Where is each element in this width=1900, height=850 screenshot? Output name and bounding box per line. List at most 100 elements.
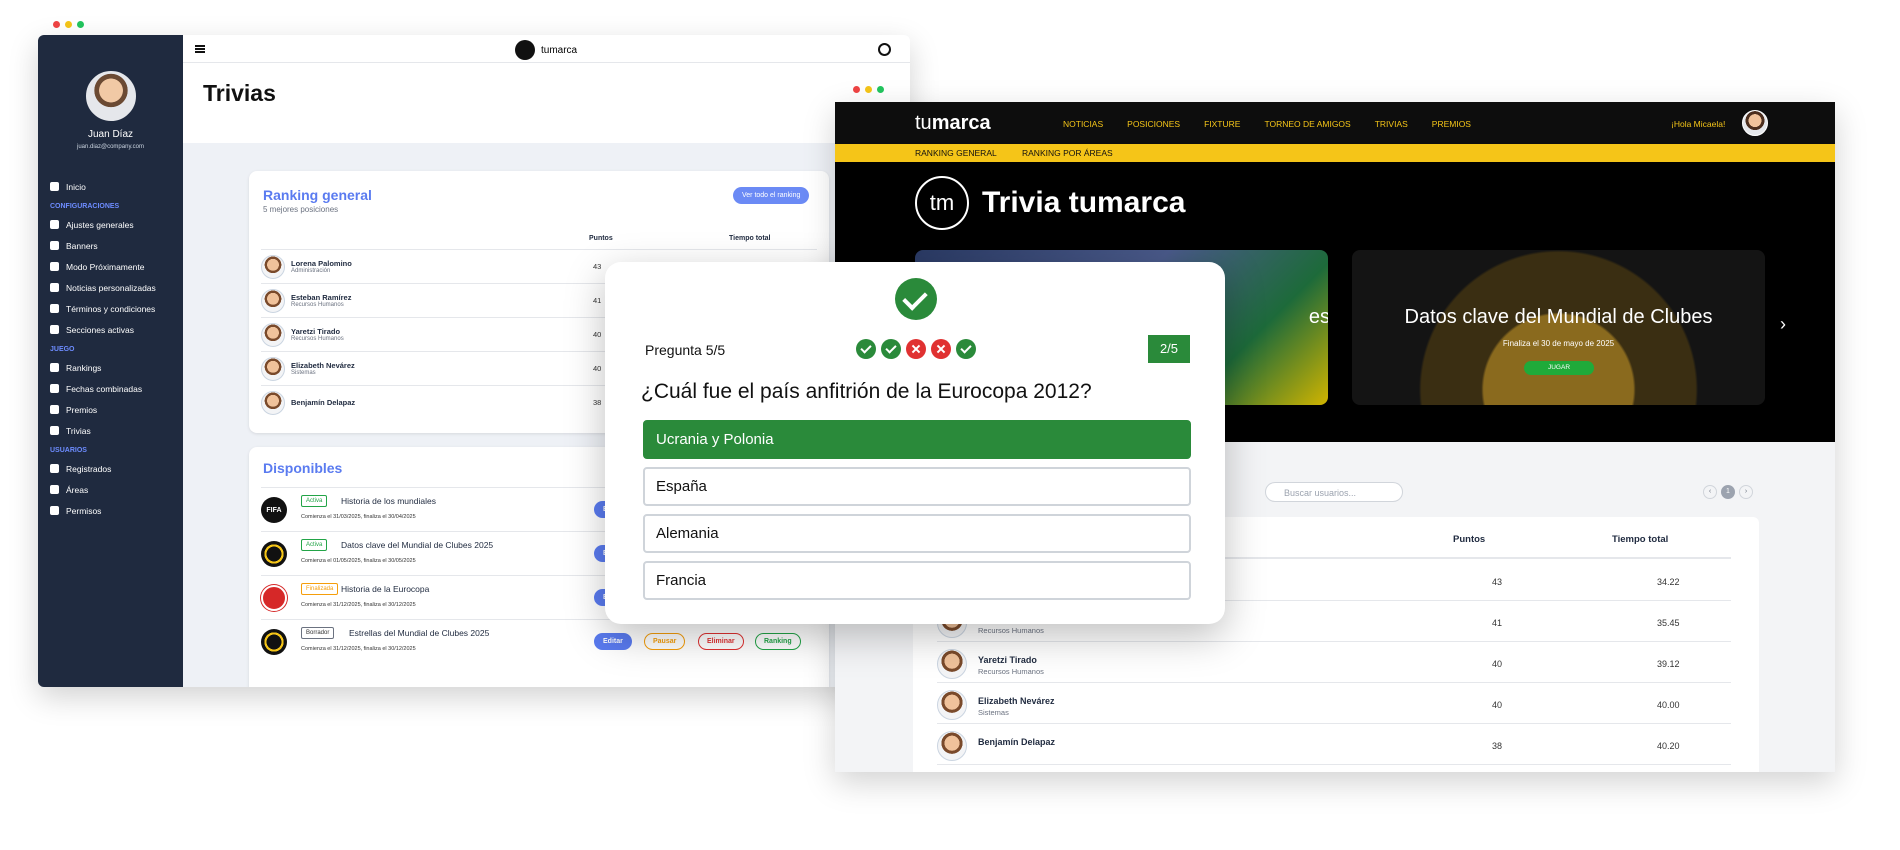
gear-icon [50,220,59,229]
camera-icon [50,241,59,250]
page-header: Trivias [183,63,910,143]
sidebar-item-label: Secciones activas [66,324,135,335]
user-name: Juan Díaz [87,129,134,140]
row-name: Yaretzi Tirado [978,655,1037,665]
sidebar-item-label: Rankings [66,362,102,373]
view-ranking-button[interactable]: Ver todo el ranking [733,187,810,204]
subnav-ranking-areas[interactable]: RANKING POR ÁREAS [1022,148,1113,158]
trivia-row: Borrador Estrellas del Mundial de Clubes … [261,619,817,663]
ranking-title: Ranking general [263,187,372,203]
user-circle-icon[interactable] [878,43,891,56]
sidebar-item[interactable]: Ajustes generales [38,214,183,235]
sidebar-item[interactable]: Modo Próximamente [38,256,183,277]
nav-item[interactable]: TRIVIAS [1375,119,1408,129]
delete-button[interactable]: Eliminar [698,633,744,650]
col-points: Puntos [1453,534,1486,545]
minimize-dot[interactable] [65,21,72,28]
answer-option[interactable]: Ucrania y Polonia [643,420,1191,459]
profile-avatar[interactable] [1742,110,1768,136]
public-header: tumarca NOTICIAS POSICIONES FIXTURE TORNEO … [835,102,1835,144]
sidebar-item-label: Noticias personalizadas [66,282,156,293]
chevron-right-icon[interactable]: › [1780,314,1786,335]
sidebar-item-label: Premios [66,404,98,415]
nav-item[interactable]: NOTICIAS [1063,119,1103,129]
merge-icon [50,384,59,393]
row-area: Recursos Humanos [978,667,1044,676]
avatar [261,254,285,279]
trivia-dates: Comienza el 31/12/2025, finaliza el 30/1… [301,602,416,608]
answer-option[interactable]: España [643,467,1191,506]
row-name: Elizabeth Nevárez [978,696,1055,706]
sidebar-item[interactable]: Premios [38,399,183,420]
trivia-logo: FIFA [261,497,287,523]
status-badge: Finalizada [301,583,339,595]
sidebar-item[interactable]: Banners [38,235,183,256]
search-input[interactable]: Buscar usuarios... [1265,482,1403,502]
sidebar-item-label: Ajustes generales [66,219,134,230]
building-icon [50,485,59,494]
sidebar-item[interactable]: Áreas [38,479,183,500]
table-row: Yaretzi Tirado Recursos Humanos 40 39.12 [937,643,1731,683]
hero-logo: tm [915,176,969,230]
status-badge: Activa [301,495,328,507]
row-time: 40.00 [1657,700,1680,710]
close-dot[interactable] [53,21,60,28]
answer-option[interactable]: Alemania [643,514,1191,553]
row-points: 40 [593,330,602,339]
sidebar-item[interactable]: Registrados [38,458,183,479]
close-dot[interactable] [853,86,860,93]
sidebar-item[interactable]: Secciones activas [38,319,183,340]
x-circle-icon [906,339,926,359]
row-points: 41 [1492,618,1503,628]
slide-title: Datos clave del Mundial de Clubes [1404,306,1713,328]
sidebar-section-label: JUEGO [50,346,75,353]
nav-item[interactable]: POSICIONES [1127,119,1180,129]
page-button-current[interactable]: 1 [1721,485,1735,499]
play-button[interactable]: JUGAR [1524,361,1594,375]
next-page-button[interactable]: › [1739,485,1753,499]
x-circle-icon [931,339,951,359]
row-name: Benjamín Delapaz [291,398,356,407]
answer-results [856,339,976,359]
avatar [261,322,285,347]
row-points: 40 [1492,659,1503,669]
nav-item[interactable]: FIXTURE [1204,119,1240,129]
sidebar-item[interactable]: Permisos [38,500,183,521]
sidebar-item[interactable]: Rankings [38,357,183,378]
minimize-dot[interactable] [865,86,872,93]
sidebar-item[interactable]: Noticias personalizadas [38,277,183,298]
row-points: 38 [593,398,602,407]
row-name: Benjamín Delapaz [978,737,1056,747]
row-time: 39.12 [1657,659,1680,669]
maximize-dot[interactable] [77,21,84,28]
avatar [261,356,285,381]
row-area: Recursos Humanos [978,626,1044,635]
subnav-ranking-general[interactable]: RANKING GENERAL [915,148,997,158]
newspaper-icon [50,283,59,292]
maximize-dot[interactable] [877,86,884,93]
site-logo[interactable]: tumarca [915,112,991,135]
page-title: Trivias [203,80,276,106]
check-circle-icon [856,339,876,359]
edit-button[interactable]: Editar [594,633,632,650]
sidebar-item[interactable]: Fechas combinadas [38,378,183,399]
sidebar-item[interactable]: Inicio [38,176,183,197]
pause-button[interactable]: Pausar [644,633,686,650]
sidebar-item[interactable]: Términos y condiciones [38,298,183,319]
row-points: 41 [593,296,602,305]
menu-icon[interactable] [195,44,205,53]
question-text: ¿Cuál fue el país anfitrión de la Euroco… [641,380,1092,403]
prev-page-button[interactable]: ‹ [1703,485,1717,499]
row-points: 43 [1492,577,1503,587]
answer-option[interactable]: Francia [643,561,1191,600]
sidebar-item-label: Áreas [66,484,89,495]
nav-item[interactable]: PREMIOS [1432,119,1471,129]
ranking-button[interactable]: Ranking [755,633,801,650]
nav-item[interactable]: TORNEO DE AMIGOS [1264,119,1350,129]
carousel-slide-active[interactable]: Datos clave del Mundial de Clubes Finali… [1352,250,1765,405]
question-counter: Pregunta 5/5 [645,342,726,358]
sidebar-item[interactable]: Trivias [38,420,183,441]
clock-icon [50,262,59,271]
sidebar: Juan Díaz juan.diaz@company.com Inicio CO… [38,35,183,687]
row-points: 38 [1492,741,1503,751]
